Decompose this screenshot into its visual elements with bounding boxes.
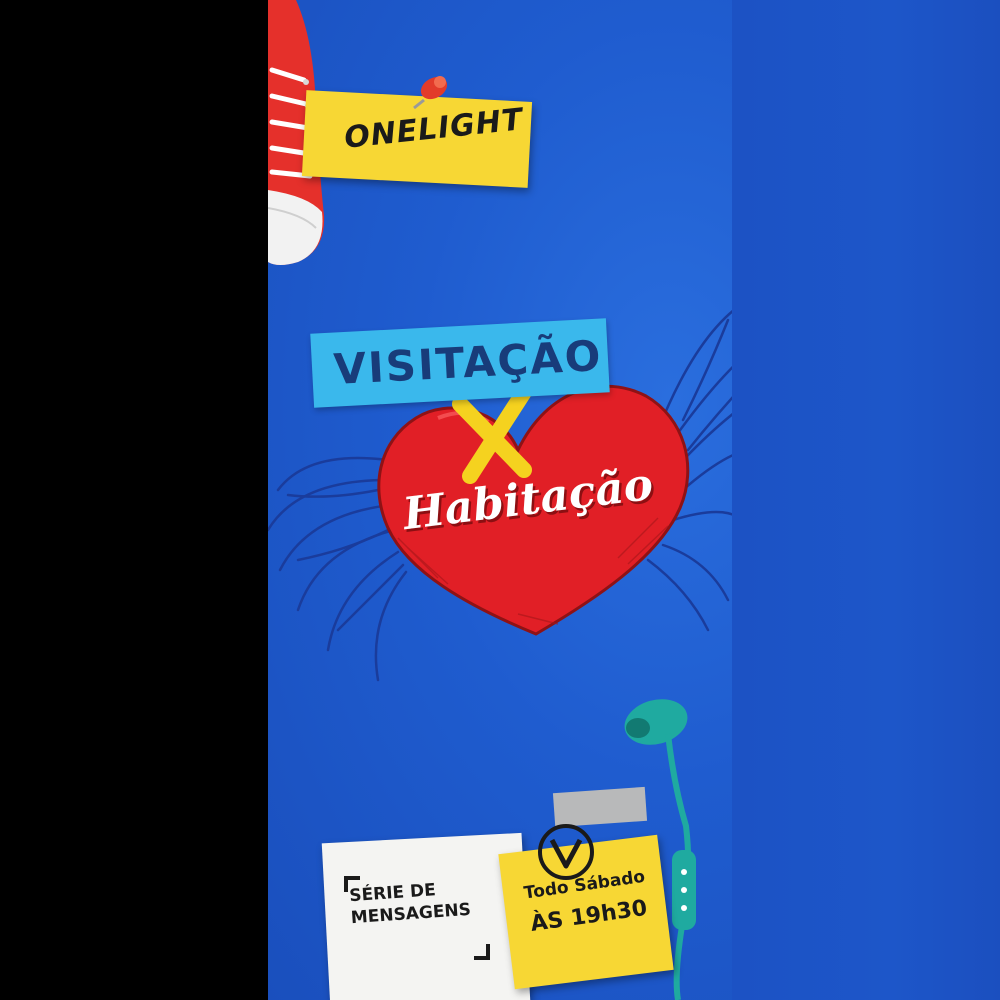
- right-blue-panel: [732, 0, 1000, 1000]
- cross-icon: [452, 386, 532, 484]
- pushpin-icon: [413, 76, 448, 110]
